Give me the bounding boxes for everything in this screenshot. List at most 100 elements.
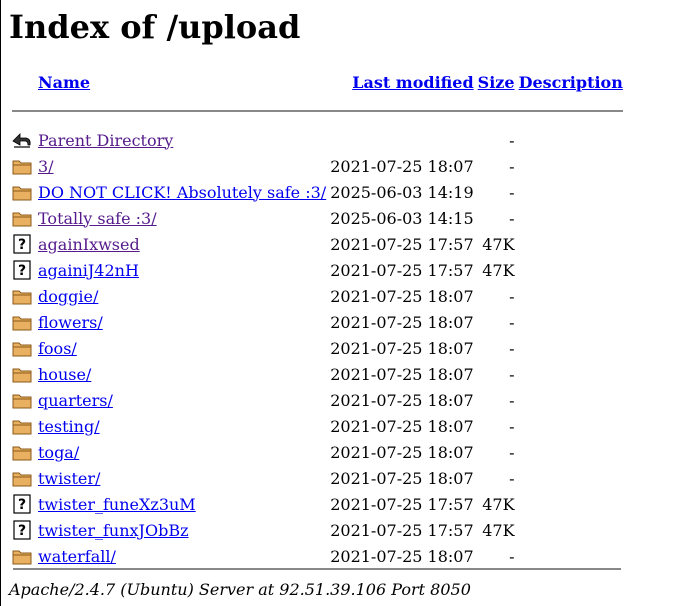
svg-text:?: ? — [18, 497, 26, 513]
entry-link[interactable]: quarters/ — [38, 391, 113, 410]
folder-icon — [12, 550, 32, 565]
entry-description — [518, 180, 624, 204]
folder-icon — [12, 342, 32, 357]
entry-modified: 2021-07-25 17:57 — [330, 260, 474, 280]
entry-link[interactable]: twister_funxJObBz — [38, 521, 189, 540]
entry-link[interactable]: againiJ42nH — [38, 261, 139, 280]
entry-size: 47K — [482, 494, 515, 514]
folder-icon — [12, 446, 32, 461]
entry-description — [518, 154, 624, 178]
table-row: foos/2021-07-25 18:07 - — [11, 336, 624, 360]
svg-text:?: ? — [18, 523, 26, 539]
entry-modified: 2021-07-25 18:07 — [330, 546, 474, 566]
folder-icon — [12, 472, 32, 487]
entry-size: - — [509, 416, 515, 436]
sort-by-description-link[interactable]: Description — [519, 73, 623, 92]
table-row: house/2021-07-25 18:07 - — [11, 362, 624, 386]
entry-size: - — [509, 182, 515, 202]
entry-description — [518, 362, 624, 386]
unknown-file-icon: ? — [13, 234, 31, 254]
entry-modified: 2021-07-25 18:07 — [330, 312, 474, 332]
entry-link[interactable]: DO NOT CLICK! Absolutely safe :3/ — [38, 183, 326, 202]
entry-description — [518, 284, 624, 308]
header-rule-row — [11, 98, 624, 126]
entry-modified: 2021-07-25 17:57 — [330, 234, 474, 254]
header-divider — [12, 110, 623, 112]
table-row: ? twister_funxJObBz 2021-07-25 17:57 47K — [11, 518, 624, 542]
entry-description — [518, 310, 624, 334]
entry-modified: 2021-07-25 17:57 — [330, 494, 474, 514]
parent-size: - — [509, 130, 515, 150]
entry-size: 47K — [482, 520, 515, 540]
entry-link[interactable]: twister/ — [38, 469, 100, 488]
entry-link[interactable]: testing/ — [38, 417, 100, 436]
entry-size: - — [509, 208, 515, 228]
svg-text:?: ? — [18, 237, 26, 253]
entry-link[interactable]: Totally safe :3/ — [38, 209, 157, 228]
folder-icon — [12, 290, 32, 305]
table-row: 3/2021-07-25 18:07 - — [11, 154, 624, 178]
server-signature: Apache/2.4.7 (Ubuntu) Server at 92.51.39… — [9, 580, 471, 599]
entry-link[interactable]: flowers/ — [38, 313, 103, 332]
entry-description — [518, 414, 624, 438]
entry-size: - — [509, 468, 515, 488]
entry-modified: 2021-07-25 17:57 — [330, 520, 474, 540]
entry-size: - — [509, 338, 515, 358]
footer-divider — [13, 568, 621, 570]
entry-link[interactable]: againIxwsed — [38, 235, 140, 254]
directory-listing: Name Last modified Size Description Pare… — [9, 66, 626, 570]
entry-link[interactable]: doggie/ — [38, 287, 98, 306]
header-icon-cell — [11, 68, 35, 96]
unknown-file-icon: ? — [13, 520, 31, 540]
entry-description — [518, 232, 624, 256]
entry-link[interactable]: toga/ — [38, 443, 79, 462]
table-row: testing/2021-07-25 18:07 - — [11, 414, 624, 438]
table-row: quarters/2021-07-25 18:07 - — [11, 388, 624, 412]
folder-icon — [12, 186, 32, 201]
table-row: twister/2021-07-25 18:07 - — [11, 466, 624, 490]
entry-modified: 2021-07-25 18:07 — [330, 364, 474, 384]
entry-modified: 2021-07-25 18:07 — [330, 442, 474, 462]
entry-link[interactable]: house/ — [38, 365, 91, 384]
folder-icon — [12, 368, 32, 383]
sort-by-name-link[interactable]: Name — [38, 73, 90, 92]
entry-modified: 2021-07-25 18:07 — [330, 156, 474, 176]
table-row: ? againIxwsed 2021-07-25 17:57 47K — [11, 232, 624, 256]
entry-link[interactable]: foos/ — [38, 339, 77, 358]
entry-description — [518, 492, 624, 516]
entry-size: - — [509, 156, 515, 176]
sort-by-modified-link[interactable]: Last modified — [352, 73, 473, 92]
entry-description — [518, 518, 624, 542]
entry-description — [518, 258, 624, 282]
folder-icon — [12, 394, 32, 409]
entry-modified: 2021-07-25 18:07 — [330, 416, 474, 436]
table-row: waterfall/2021-07-25 18:07 - — [11, 544, 624, 568]
entry-modified: 2025-06-03 14:15 — [330, 208, 474, 228]
table-row: flowers/2021-07-25 18:07 - — [11, 310, 624, 334]
unknown-file-icon: ? — [13, 260, 31, 280]
entry-description — [518, 336, 624, 360]
folder-icon — [12, 212, 32, 227]
folder-icon — [12, 316, 32, 331]
parent-description — [518, 128, 624, 152]
entry-link[interactable]: 3/ — [38, 157, 54, 176]
entry-size: - — [509, 286, 515, 306]
entry-size: - — [509, 312, 515, 332]
sort-by-size-link[interactable]: Size — [478, 73, 515, 92]
entry-modified: 2025-06-03 14:19 — [330, 182, 474, 202]
entry-modified: 2021-07-25 18:07 — [330, 286, 474, 306]
parent-directory-link[interactable]: Parent Directory — [38, 131, 173, 150]
table-row: doggie/2021-07-25 18:07 - — [11, 284, 624, 308]
page-title: Index of /upload — [9, 8, 301, 46]
entry-link[interactable]: twister_funeXz3uM — [38, 495, 196, 514]
unknown-file-icon: ? — [13, 494, 31, 514]
table-row: Totally safe :3/2025-06-03 14:15 - — [11, 206, 624, 230]
entry-size: - — [509, 546, 515, 566]
entry-size: 47K — [482, 260, 515, 280]
entry-size: 47K — [482, 234, 515, 254]
entry-link[interactable]: waterfall/ — [38, 547, 116, 566]
parent-modified — [329, 128, 474, 152]
table-row: ? twister_funeXz3uM 2021-07-25 17:57 47K — [11, 492, 624, 516]
entry-description — [518, 388, 624, 412]
table-row: toga/2021-07-25 18:07 - — [11, 440, 624, 464]
